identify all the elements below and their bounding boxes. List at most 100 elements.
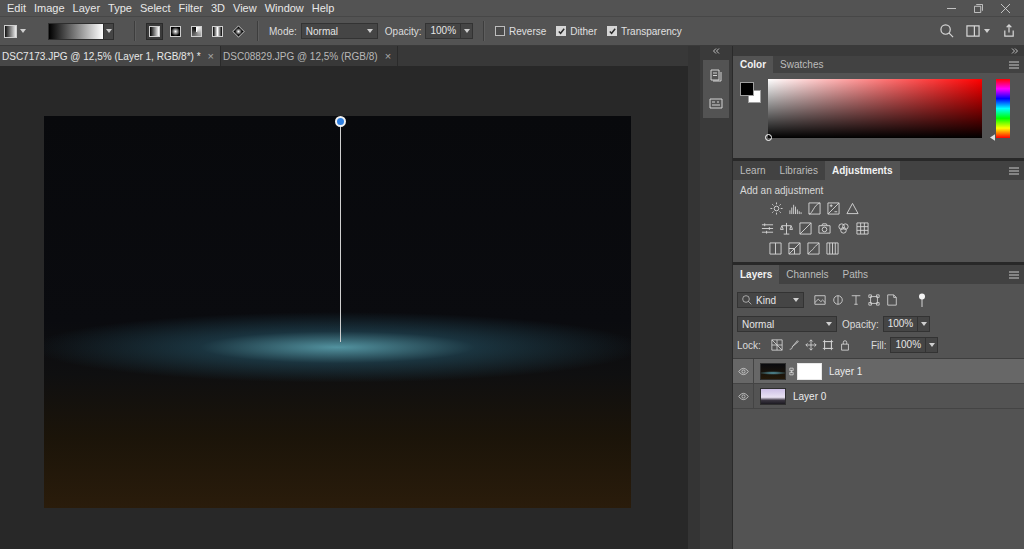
gradient-type-button[interactable] (209, 23, 226, 40)
lock-image-icon[interactable] (788, 339, 800, 351)
menu-item[interactable]: View (229, 0, 261, 16)
type-layer-filter-icon[interactable] (850, 294, 862, 306)
properties-icon[interactable] (709, 96, 723, 110)
workspace-switcher[interactable] (966, 24, 990, 38)
panel-tab[interactable]: Channels (779, 265, 835, 284)
checkbox-option[interactable]: Dither (556, 26, 597, 37)
search-icon[interactable] (940, 24, 954, 38)
share-icon[interactable] (1002, 24, 1016, 38)
color-balance-icon[interactable] (780, 222, 793, 235)
menu-item[interactable]: Image (30, 0, 69, 16)
brightness-contrast-icon[interactable] (770, 202, 783, 215)
panel-tab[interactable]: Layers (733, 265, 779, 284)
layer-row[interactable]: Layer 1 (733, 359, 1024, 384)
black-white-icon[interactable] (799, 222, 812, 235)
gradient-type-button[interactable] (146, 23, 163, 40)
menu-item[interactable]: Filter (175, 0, 207, 16)
fill-field[interactable]: 100% (890, 337, 938, 353)
checkbox-option[interactable]: Reverse (495, 26, 546, 37)
hue-saturation-icon[interactable] (761, 222, 774, 235)
checkbox[interactable] (556, 26, 566, 36)
tab-close-button[interactable]: × (208, 50, 214, 62)
layer-row[interactable]: Layer 0 (733, 384, 1024, 409)
lock-all-icon[interactable] (839, 339, 851, 351)
menu-item[interactable]: 3D (207, 0, 229, 16)
channel-mixer-icon[interactable] (837, 222, 850, 235)
document-tab[interactable]: DSC08829.JPG @ 12,5% (RGB/8)× (221, 46, 398, 66)
checkbox[interactable] (495, 26, 505, 36)
invert-icon[interactable] (769, 242, 782, 255)
layer-thumbnail[interactable] (760, 388, 786, 405)
opacity-field[interactable]: 100% (425, 23, 473, 39)
visibility-toggle[interactable] (733, 359, 754, 383)
layer-opacity-dropdown[interactable] (917, 317, 929, 331)
gradient-start-handle[interactable] (335, 116, 346, 127)
filter-toggle-icon[interactable] (918, 293, 926, 307)
menu-item[interactable]: Layer (69, 0, 105, 16)
opacity-dropdown[interactable] (460, 24, 472, 38)
curves-icon[interactable] (808, 202, 821, 215)
panel-menu-icon[interactable] (1009, 271, 1019, 279)
link-icon[interactable] (789, 367, 794, 376)
layer-name[interactable]: Layer 0 (793, 391, 826, 402)
document-tab[interactable]: DSC7173.JPG @ 12,5% (Layer 1, RGB/8*) *× (0, 46, 221, 66)
adjustment-layer-filter-icon[interactable] (832, 294, 844, 306)
hue-pointer-icon[interactable] (990, 134, 995, 141)
fill-dropdown[interactable] (925, 338, 937, 352)
panel-tab[interactable]: Learn (733, 161, 773, 180)
color-marker[interactable] (765, 134, 772, 141)
levels-icon[interactable] (789, 202, 802, 215)
tool-preset-picker[interactable] (4, 25, 26, 38)
tab-close-button[interactable]: × (385, 50, 391, 62)
lock-position-icon[interactable] (805, 339, 817, 351)
color-spectrum[interactable] (768, 79, 982, 138)
minimize-icon[interactable] (947, 4, 956, 13)
gradient-type-button[interactable] (230, 23, 247, 40)
foreground-color-swatch[interactable] (740, 82, 754, 96)
history-icon[interactable] (709, 68, 723, 82)
checkbox[interactable] (607, 26, 617, 36)
threshold-icon[interactable] (807, 242, 820, 255)
close-icon[interactable] (1001, 4, 1010, 13)
posterize-icon[interactable] (788, 242, 801, 255)
photo-filter-icon[interactable] (818, 222, 831, 235)
panel-tab[interactable]: Adjustments (825, 161, 900, 180)
gradient-type-button[interactable] (167, 23, 184, 40)
gradient-map-icon[interactable] (826, 242, 839, 255)
menu-item[interactable]: Edit (3, 0, 30, 16)
hue-slider[interactable] (996, 79, 1010, 138)
mode-select[interactable]: Normal (301, 23, 378, 39)
layer-name[interactable]: Layer 1 (829, 366, 862, 377)
panel-menu-icon[interactable] (1009, 61, 1019, 69)
panel-tab[interactable]: Paths (836, 265, 876, 284)
gradient-type-button[interactable] (188, 23, 205, 40)
smart-object-filter-icon[interactable] (886, 294, 898, 306)
gradient-dropdown[interactable] (104, 23, 114, 40)
checkbox-option[interactable]: Transparency (607, 26, 682, 37)
vibrance-icon[interactable] (846, 202, 859, 215)
layer-opacity-field[interactable]: 100% (883, 316, 931, 332)
panel-tab[interactable]: Color (733, 56, 773, 73)
canvas-image[interactable] (44, 116, 631, 508)
exposure-icon[interactable] (827, 202, 840, 215)
collapse-chevron-icon[interactable] (712, 48, 720, 54)
menu-item[interactable]: Window (261, 0, 308, 16)
shape-layer-filter-icon[interactable] (868, 294, 880, 306)
color-lookup-icon[interactable] (856, 222, 869, 235)
lock-artboard-icon[interactable] (822, 339, 834, 351)
restore-icon[interactable] (974, 4, 983, 13)
blend-mode-select[interactable]: Normal (737, 316, 837, 332)
menu-item[interactable]: Select (136, 0, 175, 16)
layer-thumbnail[interactable] (760, 363, 786, 380)
pixel-layer-filter-icon[interactable] (814, 294, 826, 306)
panel-tab[interactable]: Swatches (773, 56, 830, 73)
panel-tab[interactable]: Libraries (773, 161, 825, 180)
layer-mask-thumbnail[interactable] (797, 363, 822, 380)
lock-transparent-icon[interactable] (771, 339, 783, 351)
menu-item[interactable]: Help (308, 0, 339, 16)
expand-chevron-icon[interactable] (1011, 48, 1019, 54)
visibility-toggle[interactable] (733, 384, 754, 408)
menu-item[interactable]: Type (104, 0, 136, 16)
panel-menu-icon[interactable] (1009, 167, 1019, 175)
gradient-picker[interactable] (48, 23, 114, 40)
